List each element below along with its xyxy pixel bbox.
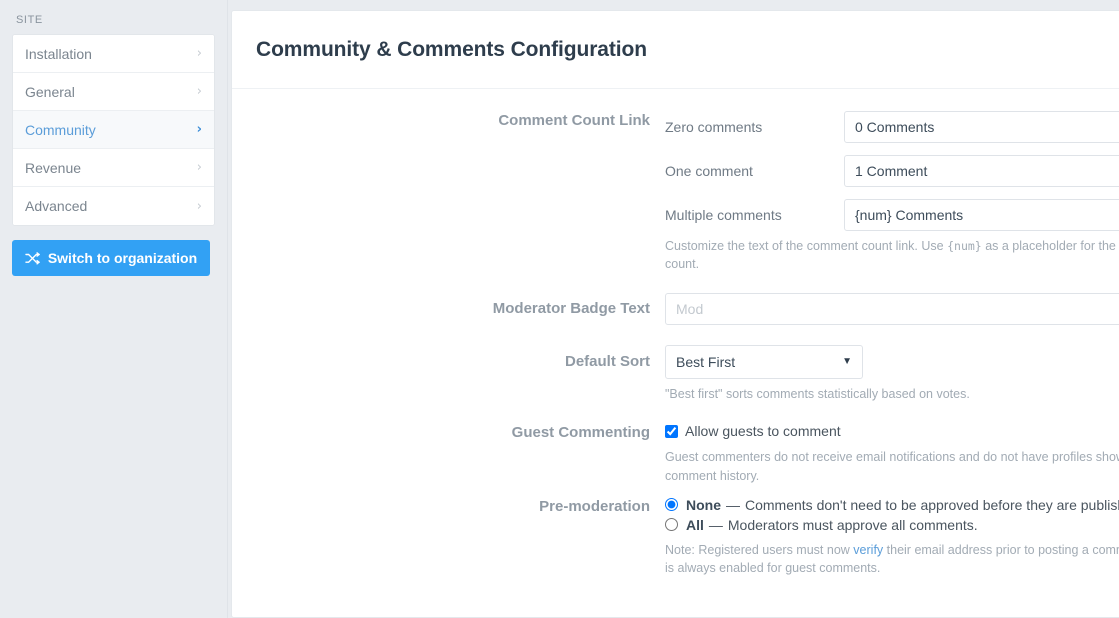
sidebar-item-label: Community <box>25 121 96 138</box>
form-row-moderator-badge: Moderator Badge Text <box>232 293 1119 326</box>
pre-moderation-option-none-dash: — <box>726 496 740 513</box>
switch-to-organization-label: Switch to organization <box>47 250 198 266</box>
pre-moderation-option-all-name: All <box>686 516 704 533</box>
default-sort-select[interactable]: Best First ▼ <box>665 345 863 380</box>
panel-header: Community & Comments Configuration <box>232 11 1119 89</box>
comment-count-link-fields: Zero comments One comment Multiple comme… <box>665 111 1119 273</box>
pre-moderation-note-before: Note: Registered users must now <box>665 542 850 557</box>
zero-comments-row: Zero comments <box>665 111 1119 143</box>
pre-moderation-option-all-dash: — <box>708 516 723 533</box>
default-sort-label: Default Sort <box>564 353 650 371</box>
verify-link[interactable]: verify <box>853 543 883 557</box>
one-comment-row: One comment <box>665 155 1119 187</box>
comment-count-link-help: Customize the text of the comment count … <box>665 237 1119 273</box>
zero-comments-input[interactable] <box>844 111 1119 143</box>
one-comment-label: One comment <box>665 163 753 179</box>
default-sort-selected-value: Best First <box>676 354 736 371</box>
chevron-right-icon: › <box>196 46 202 61</box>
moderator-badge-field <box>665 293 1119 326</box>
help-placeholder-token: {num} <box>947 239 982 253</box>
sidebar: SITE Installation › General › Community … <box>0 0 228 618</box>
chevron-right-icon: › <box>196 122 202 137</box>
multiple-comments-row: Multiple comments <box>665 199 1119 231</box>
multiple-comments-input[interactable] <box>844 199 1119 231</box>
guest-commenting-field: Allow guests to comment Guest commenters… <box>665 423 1119 484</box>
settings-panel: Community & Comments Configuration Comme… <box>231 10 1119 618</box>
pre-moderation-note: Note: Registered users must now verify t… <box>665 541 1119 577</box>
guest-commenting-help: Guest commenters do not receive email no… <box>665 450 1119 483</box>
chevron-right-icon: › <box>196 84 202 99</box>
allow-guests-checkbox[interactable] <box>665 424 678 438</box>
default-sort-field: Best First ▼ "Best first" sorts comments… <box>665 345 1119 403</box>
chevron-right-icon: › <box>196 160 202 175</box>
switch-to-organization-button[interactable]: Switch to organization <box>12 240 210 276</box>
pre-moderation-option-none-text: Comments don't need to be approved befor… <box>745 496 1119 513</box>
pre-moderation-option-all-text: Moderators must approve all comments. <box>727 516 978 533</box>
sidebar-item-installation[interactable]: Installation › <box>13 35 214 73</box>
pre-moderation-radio-all[interactable] <box>665 518 678 532</box>
allow-guests-checkbox-label: Allow guests to comment <box>685 423 841 440</box>
page-title: Community & Comments Configuration <box>256 37 647 61</box>
sidebar-item-advanced[interactable]: Advanced › <box>13 187 214 225</box>
multiple-comments-label: Multiple comments <box>665 207 782 223</box>
form-row-default-sort: Default Sort Best First ▼ "Best first" s… <box>232 345 1119 403</box>
form-row-pre-moderation: Pre-moderation None — Comments don't nee… <box>232 497 1119 577</box>
main-content-area: Community & Comments Configuration Comme… <box>228 0 1119 618</box>
allow-guests-checkbox-row[interactable]: Allow guests to comment <box>665 423 1119 439</box>
sidebar-item-label: General <box>25 83 75 100</box>
chevron-right-icon: › <box>196 198 202 214</box>
sidebar-item-general[interactable]: General › <box>13 73 214 111</box>
guest-commenting-label: Guest Commenting <box>511 424 650 442</box>
app-root: SITE Installation › General › Community … <box>0 0 1119 618</box>
moderator-badge-input[interactable] <box>665 293 1119 326</box>
form-row-guest-commenting: Guest Commenting Allow guests to comment… <box>232 423 1119 484</box>
pre-moderation-option-none-name: None <box>686 496 721 513</box>
moderator-badge-label: Moderator Badge Text <box>492 300 650 318</box>
sidebar-heading: SITE <box>16 14 43 26</box>
pre-moderation-radio-none[interactable] <box>665 498 678 512</box>
comment-count-link-label: Comment Count Link <box>498 112 650 129</box>
sidebar-item-revenue[interactable]: Revenue › <box>13 149 214 187</box>
sidebar-item-community[interactable]: Community › <box>13 111 214 149</box>
sidebar-nav-list: Installation › General › Community › Rev… <box>12 34 215 226</box>
sidebar-item-label: Advanced <box>25 198 88 214</box>
pre-moderation-option-none[interactable]: None — Comments don't need to be approve… <box>665 497 1119 513</box>
zero-comments-label: Zero comments <box>665 119 763 135</box>
default-sort-help: "Best first" sorts comments statisticall… <box>665 387 970 402</box>
chevron-down-icon: ▼ <box>842 356 852 368</box>
help-text-before: Customize the text of the comment count … <box>665 239 944 253</box>
one-comment-input[interactable] <box>844 155 1119 187</box>
form-row-comment-count-link: Comment Count Link Zero comments One com… <box>232 111 1119 273</box>
pre-moderation-label: Pre-moderation <box>539 497 650 515</box>
sidebar-item-label: Installation <box>25 45 92 62</box>
sidebar-item-label: Revenue <box>25 159 82 176</box>
pre-moderation-option-all[interactable]: All — Moderators must approve all commen… <box>665 517 1119 533</box>
panel-body: Comment Count Link Zero comments One com… <box>232 89 1119 577</box>
shuffle-icon <box>25 251 40 265</box>
pre-moderation-field: None — Comments don't need to be approve… <box>665 497 1119 577</box>
